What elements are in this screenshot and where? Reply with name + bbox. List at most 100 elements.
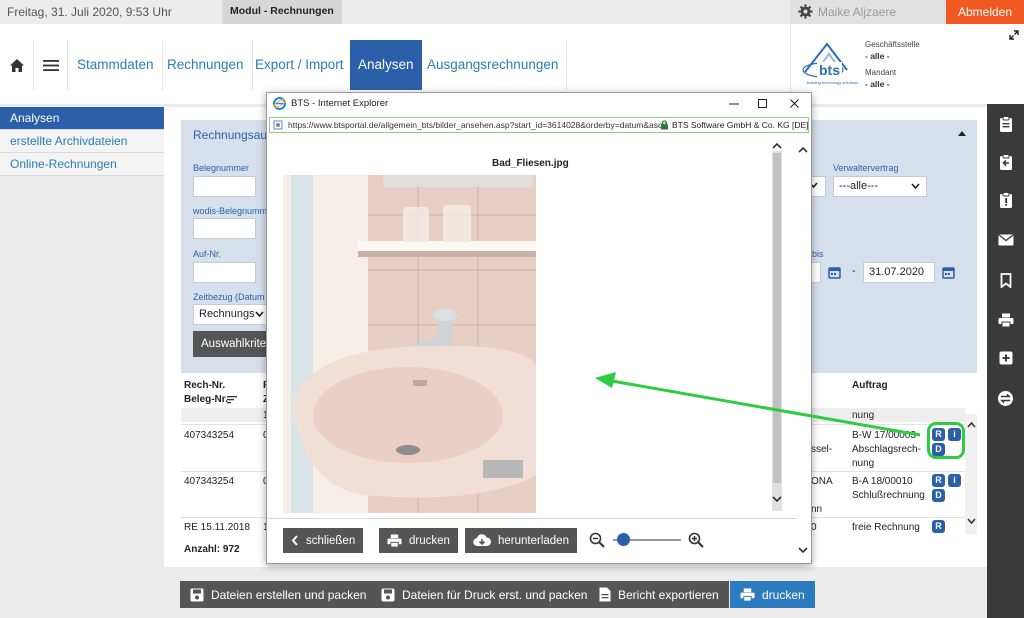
row1-auftrag: nung — [852, 410, 875, 421]
scroll-thumb[interactable] — [773, 153, 781, 483]
row2-auftrag2: Abschlagsrech- — [852, 444, 921, 455]
row2-rech[interactable]: 407343254 — [184, 430, 234, 441]
date-to-input[interactable]: 31.07.2020 — [863, 262, 935, 283]
drucken-label: drucken — [762, 587, 805, 602]
bericht-exportieren-button[interactable]: Bericht exportieren — [589, 581, 729, 608]
home-button[interactable] — [0, 40, 34, 90]
nav-analysen[interactable]: Analysen — [350, 40, 422, 90]
bericht-exportieren-label: Bericht exportieren — [618, 587, 719, 602]
module-tab[interactable]: Modul - Rechnungen — [222, 0, 342, 24]
envelope-icon — [998, 234, 1013, 246]
sidebar-item-archivdateien[interactable]: erstellte Archivdateien — [0, 130, 164, 153]
belegnummer-input[interactable] — [193, 176, 256, 197]
close-icon[interactable] — [790, 99, 799, 108]
row3-rech[interactable]: 407343254 — [184, 476, 234, 487]
toolbar-mail[interactable] — [987, 222, 1024, 258]
zoom-out-icon[interactable] — [589, 532, 605, 548]
panel-title: Rechnungsaus — [193, 128, 274, 142]
dateien-druck-button[interactable]: Dateien für Druck erst. und packen — [371, 581, 598, 608]
bis-label: bis — [812, 249, 824, 259]
logo-text: bts — [817, 62, 842, 78]
minimize-icon[interactable] — [729, 100, 739, 108]
row3-badge-d[interactable]: D — [932, 489, 945, 502]
toolbar-print[interactable] — [987, 302, 1024, 338]
logout-button[interactable]: Abmelden — [946, 0, 1024, 24]
maximize-icon[interactable] — [758, 99, 767, 108]
row3-badge-r[interactable]: R — [932, 474, 945, 487]
zeitbezug-select[interactable]: Rechnungs — [193, 304, 269, 325]
row3-auftrag: B-A 18/00010 — [852, 476, 913, 487]
chevron-up-icon[interactable] — [772, 143, 782, 149]
user-menu[interactable]: Maike Aljzaere — [790, 0, 946, 24]
auswahl-button[interactable]: Auswahlkrite — [193, 331, 271, 357]
lock-icon — [661, 120, 668, 130]
collapse-up-icon[interactable] — [958, 130, 966, 136]
certificate-label: BTS Software GmbH & Co. KG [DE] — [672, 120, 809, 130]
verwaltervertrag-select[interactable]: ---alle--- — [833, 176, 927, 197]
user-name: Maike Aljzaere — [818, 5, 897, 19]
row-count: Anzahl: 972 — [184, 544, 240, 555]
address-bar[interactable]: https://www.btsportal.de/allgemein_bts/b… — [269, 117, 809, 133]
bookmark-icon — [1000, 272, 1011, 288]
zoom-in-icon[interactable] — [688, 532, 704, 548]
logo-subtitle: building technology solutions — [807, 80, 859, 85]
ie-icon — [273, 97, 286, 110]
chevron-down-icon[interactable] — [772, 496, 782, 502]
expand-icon[interactable] — [1009, 30, 1019, 40]
chevron-up-icon[interactable] — [798, 147, 808, 153]
wodis-input[interactable] — [193, 218, 256, 239]
row3-mid: ONA — [811, 476, 833, 487]
sort-icon[interactable] — [227, 396, 237, 404]
menu-button[interactable] — [34, 40, 68, 90]
aufnr-input[interactable] — [193, 262, 256, 283]
printer-icon — [998, 313, 1013, 327]
hamburger-icon — [42, 59, 59, 71]
toolbar-clipboard[interactable] — [987, 106, 1024, 142]
gear-icon — [798, 4, 813, 19]
clipboard-arrow-icon — [999, 153, 1012, 170]
mandant-value[interactable]: - alle - — [865, 79, 890, 89]
toolbar-paste-back[interactable] — [987, 144, 1024, 180]
row3-auftrag2: Schlußrechnung — [852, 490, 925, 501]
popup-drucken-button[interactable]: drucken — [379, 528, 458, 553]
toolbar-transfer[interactable] — [987, 380, 1024, 416]
herunterladen-button[interactable]: herunterladen — [465, 528, 577, 553]
nav-ausgangsrechnungen[interactable]: Ausgangsrechnungen — [419, 40, 568, 90]
nav-stammdaten[interactable]: Stammdaten — [69, 40, 163, 90]
herunterladen-label: herunterladen — [498, 534, 569, 547]
calendar-icon[interactable] — [828, 266, 841, 279]
geschaeftsstelle-value[interactable]: - alle - — [865, 51, 890, 61]
sidebar-item-analysen[interactable]: Analysen — [0, 107, 164, 130]
image-scrollbar[interactable] — [772, 143, 782, 511]
window-scrollbar[interactable] — [797, 141, 809, 561]
wodis-label: wodis-Belegnumm — [193, 206, 268, 216]
drucken-button[interactable]: drucken — [730, 581, 815, 608]
sidebar-item-online-rechnungen[interactable]: Online-Rechnungen — [0, 153, 164, 176]
chevron-up-icon[interactable] — [967, 422, 976, 428]
toolbar-bookmark[interactable] — [987, 262, 1024, 298]
current-datetime: Freitag, 31. Juli 2020, 9:53 Uhr — [7, 5, 172, 19]
toolbar-alert[interactable] — [987, 182, 1024, 218]
header-rech-nr[interactable]: Rech-Nr. — [184, 380, 225, 391]
schliessen-label: schließen — [306, 534, 356, 547]
table-scrollbar[interactable] — [965, 414, 977, 534]
chevron-down-icon[interactable] — [798, 547, 808, 553]
chevron-down-icon[interactable] — [967, 518, 976, 524]
dateien-erstellen-button[interactable]: Dateien erstellen und packen — [180, 581, 377, 608]
row4-badge-r[interactable]: R — [932, 520, 945, 533]
header-beleg-nr[interactable]: Beleg-Nr. — [184, 394, 228, 405]
window-titlebar[interactable]: BTS - Internet Explorer — [267, 93, 811, 115]
zoom-slider-thumb[interactable] — [616, 533, 630, 546]
chevron-down-icon — [255, 311, 264, 318]
row3-badge-i[interactable]: i — [948, 474, 961, 487]
nav-export-import[interactable]: Export / Import — [247, 40, 353, 90]
row4-rech[interactable]: RE 15.11.2018 — [184, 522, 250, 533]
right-toolbar — [987, 104, 1024, 618]
header-auftrag[interactable]: Auftrag — [852, 380, 888, 391]
aufnr-label: Auf-Nr. — [193, 249, 222, 259]
schliessen-button[interactable]: schließen — [283, 528, 364, 553]
calendar-icon[interactable] — [942, 266, 955, 279]
toolbar-add[interactable] — [987, 340, 1024, 376]
nav-rechnungen[interactable]: Rechnungen — [159, 40, 253, 90]
verwaltervertrag-label: Verwaltervertrag — [833, 163, 899, 173]
